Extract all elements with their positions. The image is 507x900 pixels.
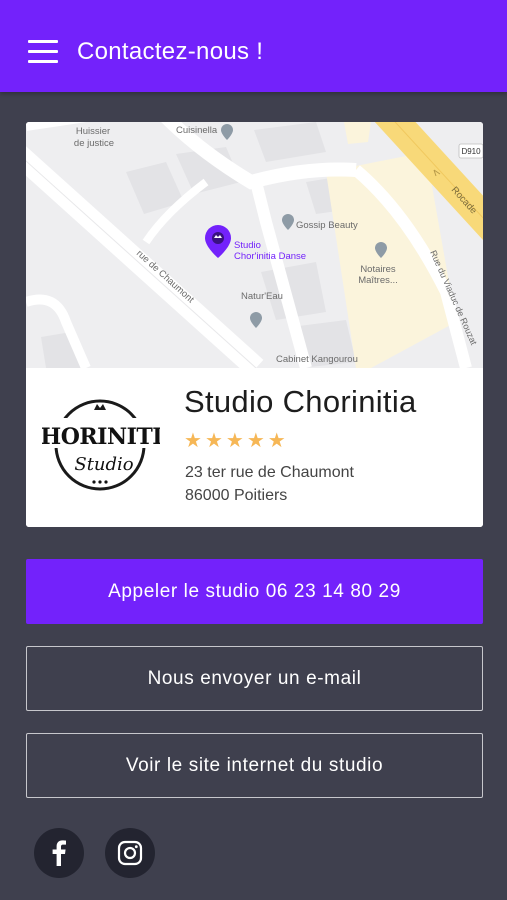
hamburger-menu-icon[interactable] — [28, 40, 58, 64]
instagram-button[interactable] — [105, 828, 155, 878]
location-map[interactable]: D910 Huissier de justice Cuisinella Goss… — [26, 122, 483, 368]
visit-website-button[interactable]: Voir le site internet du studio — [26, 733, 483, 798]
address-city: 86000 Poitiers — [185, 487, 288, 504]
map-label-notaires: Notaires — [360, 264, 396, 275]
map-label-kangourou: Cabinet Kangourou — [276, 354, 358, 365]
map-label-d910: D910 — [461, 147, 481, 156]
address-street: 23 ter rue de Chaumont — [185, 464, 354, 481]
map-label-huissier: Huissier — [76, 126, 110, 137]
star-icon: ★ — [246, 430, 265, 452]
map-label-maitres: Maîtres... — [358, 275, 398, 286]
map-label-studio: Studio — [234, 240, 261, 251]
facebook-button[interactable] — [34, 828, 84, 878]
star-icon: ★ — [204, 430, 223, 452]
map-label-gossip: Gossip Beauty — [296, 220, 358, 231]
app-header: Contactez-nous ! — [0, 0, 507, 92]
map-label-studio-name: Chor'initia Danse — [234, 251, 306, 262]
studio-address: 23 ter rue de Chaumont 86000 Poitiers — [185, 461, 354, 507]
page-title: Contactez-nous ! — [77, 38, 264, 65]
studio-name: Studio Chorinitia — [184, 384, 417, 419]
map-label-de-justice: de justice — [74, 138, 114, 149]
instagram-icon — [117, 840, 143, 866]
map-label-natureau: Natur'Eau — [241, 291, 283, 302]
call-studio-button[interactable]: Appeler le studio 06 23 14 80 29 — [26, 559, 483, 624]
logo-script: Studio — [74, 454, 133, 475]
map-label-cuisinella: Cuisinella — [176, 125, 218, 136]
star-icon: ★ — [184, 430, 202, 452]
studio-card: D910 Huissier de justice Cuisinella Goss… — [26, 122, 483, 527]
studio-logo: CHORINITIA Studio — [26, 390, 181, 500]
star-icon: ★ — [225, 430, 244, 452]
studio-info: CHORINITIA Studio Studio Chorinitia ★★★★… — [26, 368, 483, 527]
facebook-icon — [52, 840, 66, 866]
rating-stars: ★ ★ ★ ★ ★ — [184, 428, 289, 453]
star-icon: ★ — [267, 430, 286, 452]
send-email-button[interactable]: Nous envoyer un e-mail — [26, 646, 483, 711]
logo-wordmark: CHORINITIA — [42, 424, 160, 450]
